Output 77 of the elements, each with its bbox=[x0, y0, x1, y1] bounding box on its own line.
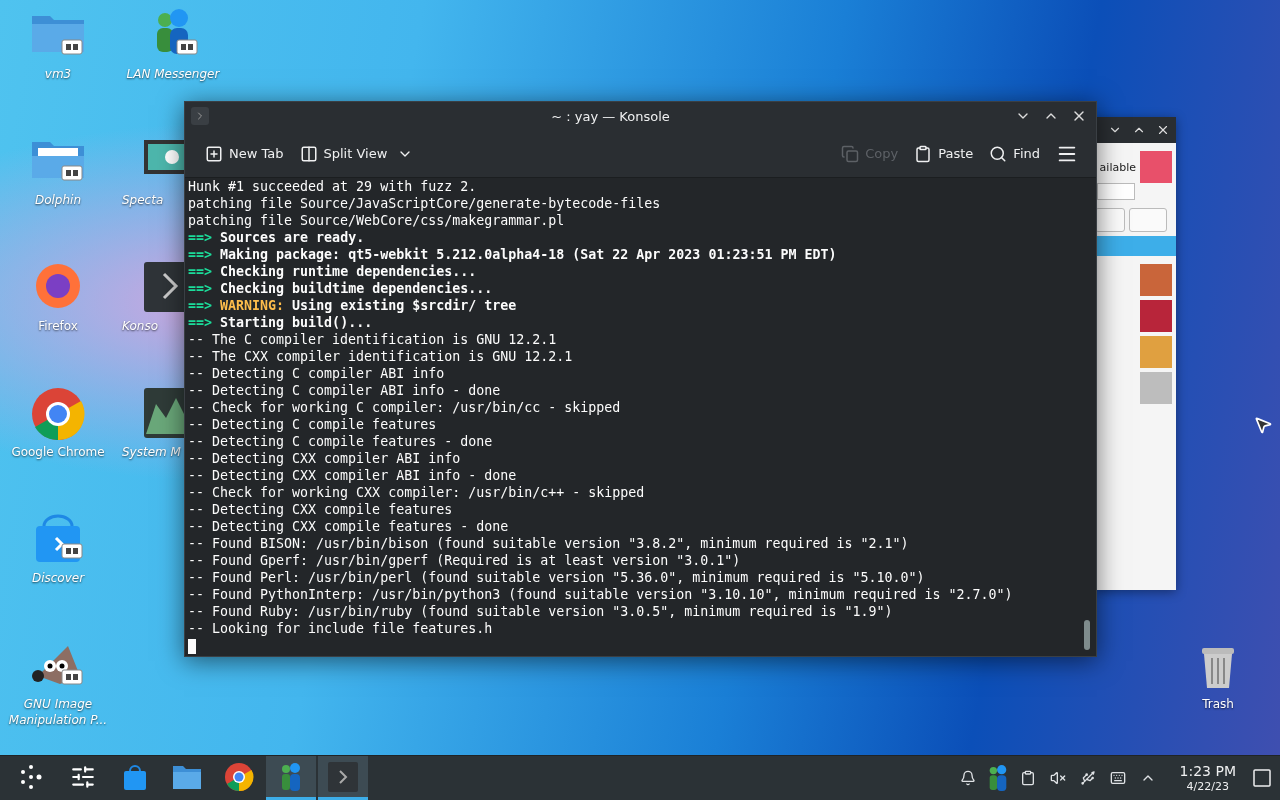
terminal-line: -- Found PythonInterp: /usr/bin/python3 (found suitable version "3.10.10", minimum required is "2.7.0") bbox=[188, 586, 1014, 603]
terminal-line: -- Detecting CXX compiler ABI info - done bbox=[188, 467, 518, 484]
terminal-line: -- Found BISON: /usr/bin/bison (found suitable version "3.8.2", minimum required is "2.1") bbox=[188, 535, 910, 552]
terminal-line: -- Detecting C compile features - done bbox=[188, 433, 494, 450]
desktop-icon-label[interactable]: Discover bbox=[31, 570, 85, 586]
chrome-icon bbox=[224, 761, 254, 792]
terminal-line: -- Detecting C compile features bbox=[188, 416, 438, 433]
shopping-bag-icon bbox=[122, 762, 148, 791]
clipboard-icon bbox=[1019, 770, 1036, 786]
photo-placeholder bbox=[1140, 264, 1172, 296]
terminal-line: ==> Sources are ready. bbox=[188, 229, 366, 246]
desktop-icon-label[interactable]: GNU Image Manipulation P... bbox=[6, 696, 110, 728]
usb-icon bbox=[1079, 770, 1096, 786]
scrollbar-thumb[interactable] bbox=[1084, 620, 1090, 650]
clipboard-icon bbox=[914, 144, 933, 163]
search-icon bbox=[989, 144, 1008, 163]
terminal-line: -- Found Gperf: /usr/bin/gperf (Required is at least version "3.0.1") bbox=[188, 552, 742, 569]
desktop-icon-label[interactable]: Dolphin bbox=[34, 192, 82, 208]
launcher-icon bbox=[18, 763, 44, 790]
terminal-icon bbox=[328, 761, 358, 792]
desktop-icon-label[interactable]: Firefox bbox=[38, 318, 78, 334]
desktop-icon-label[interactable]: Specta bbox=[122, 192, 164, 208]
bell-icon bbox=[959, 770, 976, 786]
terminal-line: ==> Checking runtime dependencies... bbox=[188, 263, 478, 280]
toolbar-button[interactable] bbox=[1095, 208, 1125, 232]
photo-placeholder bbox=[1140, 372, 1172, 404]
toolbar-button[interactable]: New Tab bbox=[199, 140, 290, 167]
terminal-line: -- The C compiler identification is GNU 12.2.1 bbox=[188, 331, 558, 348]
copy-icon bbox=[841, 144, 860, 163]
field-label: ailable bbox=[1099, 160, 1136, 174]
mouse-cursor-icon bbox=[1253, 415, 1273, 435]
clock-date: 4/22/23 bbox=[1186, 780, 1229, 793]
desktop-icon-label[interactable]: Google Chrome bbox=[11, 444, 105, 460]
close-icon bbox=[1156, 123, 1170, 137]
square-icon bbox=[1253, 769, 1271, 787]
toolbar-button[interactable]: Paste bbox=[908, 140, 980, 167]
toolbar-button[interactable]: Find bbox=[983, 140, 1046, 167]
terminal-line: patching file Source/WebCore/css/makegrammar.pl bbox=[188, 212, 566, 229]
new-tab-icon bbox=[205, 144, 223, 163]
terminal-line: -- Detecting CXX compile features bbox=[188, 501, 454, 518]
terminal-line: -- Check for working CXX compiler: /usr/bin/c++ - skipped bbox=[188, 484, 646, 501]
desktop-icon-label[interactable]: Konso bbox=[122, 318, 158, 334]
terminal-line: -- Detecting C compiler ABI info bbox=[188, 365, 446, 382]
desktop-icon-label[interactable]: vm3 bbox=[44, 66, 72, 82]
clock[interactable]: 1:23 PM 4/22/23 bbox=[1167, 763, 1248, 793]
text-cursor bbox=[188, 639, 196, 654]
terminal-icon bbox=[191, 107, 209, 125]
terminal-line: ==> WARNING: Using existing $srcdir/ tree bbox=[188, 297, 518, 314]
terminal-line: ==> Starting build()... bbox=[188, 314, 374, 331]
clock-time: 1:23 PM bbox=[1179, 763, 1236, 780]
desktop-icon-label[interactable]: System M bbox=[122, 444, 181, 460]
window-title: ~ : yay — Konsole bbox=[550, 108, 671, 124]
terminal-line: patching file Source/JavaScriptCore/generate-bytecode-files bbox=[188, 195, 662, 212]
desktop-icon-label[interactable]: LAN Messenger bbox=[126, 66, 220, 82]
input-field[interactable] bbox=[1097, 183, 1135, 200]
muted-speaker-icon bbox=[1049, 770, 1066, 786]
terminal-line: -- Detecting CXX compiler ABI info bbox=[188, 450, 462, 467]
terminal-line: -- Detecting C compiler ABI info - done bbox=[188, 382, 502, 399]
desktop-icon-label[interactable]: Trash bbox=[1202, 696, 1234, 712]
terminal-line: -- Found Perl: /usr/bin/perl (found suitable version "5.36.0", minimum required is "5.10.0") bbox=[188, 569, 926, 586]
terminal-line: Hunk #1 succeeded at 29 with fuzz 2. bbox=[188, 178, 478, 195]
keyboard-icon bbox=[1109, 770, 1126, 786]
photo-placeholder bbox=[1140, 336, 1172, 368]
photo-placeholder bbox=[1140, 300, 1172, 332]
terminal-line: -- Found Ruby: /usr/bin/ruby (found suitable version "3.0.5", minimum required is "1.9") bbox=[188, 603, 894, 620]
terminal-line: -- Looking for include file features.h bbox=[188, 620, 494, 637]
list-row[interactable] bbox=[1095, 236, 1176, 256]
terminal-line: ==> Making package: qt5-webkit 5.212.0alpha4-18 (Sat 22 Apr 2023 01:23:51 PM EDT) bbox=[188, 246, 838, 263]
split-view-icon bbox=[299, 144, 318, 163]
terminal-line: -- Detecting CXX compile features - done bbox=[188, 518, 510, 535]
terminal-line: -- The CXX compiler identification is GNU 12.2.1 bbox=[188, 348, 574, 365]
settings-icon bbox=[70, 763, 96, 790]
toolbar-button[interactable]: Split View bbox=[293, 140, 394, 167]
terminal-line: ==> Checking buildtime dependencies... bbox=[188, 280, 494, 297]
terminal-line: -- Check for working C compiler: /usr/bin/cc - skipped bbox=[188, 399, 622, 416]
folder-icon bbox=[172, 763, 202, 790]
photo-placeholder bbox=[1140, 151, 1172, 183]
